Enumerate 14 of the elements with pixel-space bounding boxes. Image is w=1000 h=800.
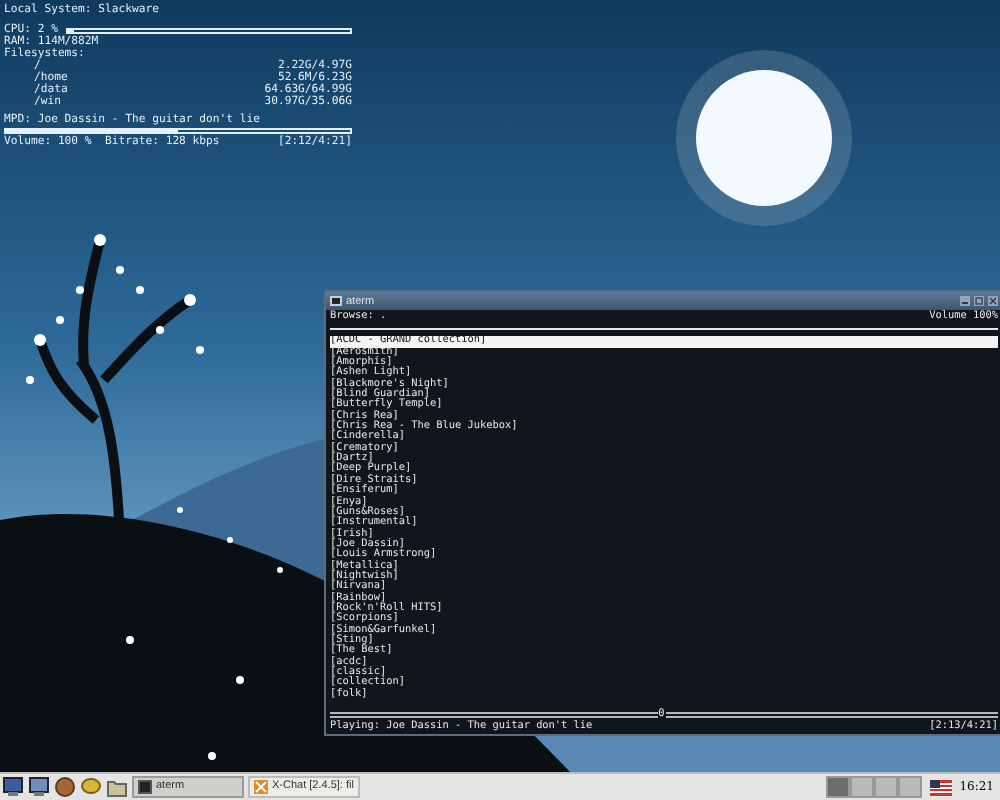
terminal-icon [330,296,342,306]
minimize-button[interactable] [960,296,970,306]
close-button[interactable] [988,296,998,306]
monitor-icon[interactable] [28,776,50,798]
folder-icon[interactable] [106,776,128,798]
monitor-icon[interactable] [2,776,24,798]
desktop-pager-cell[interactable] [873,776,898,798]
flag-icon[interactable] [929,779,952,795]
desktop-pager-cell[interactable] [897,776,922,798]
app-icon [254,780,268,794]
maximize-button[interactable] [974,296,984,306]
terminal-icon [138,780,152,794]
desktop-pager-cell[interactable] [849,776,874,798]
desktop-pager-cell[interactable] [825,776,850,798]
